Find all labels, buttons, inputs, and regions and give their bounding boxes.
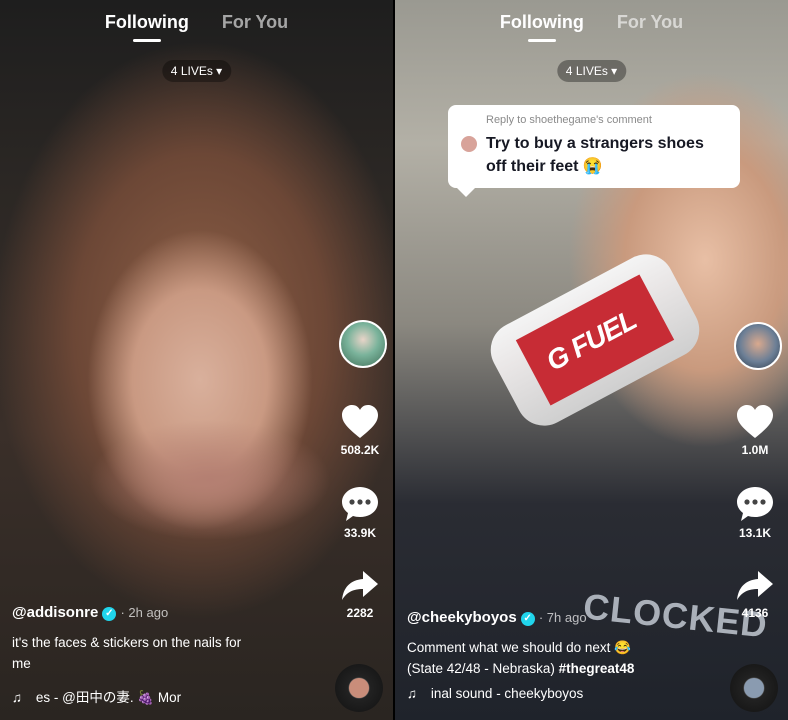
reply-header: Reply to shoethegame's comment — [486, 114, 652, 126]
verified-badge-icon: ✓ — [102, 607, 117, 621]
energy-drink-can: G FUEL — [480, 244, 710, 436]
video-caption[interactable]: it's the faces & stickers on the nails f… — [12, 632, 241, 674]
caption-line: me — [12, 656, 31, 671]
tab-for-you[interactable]: For You — [222, 12, 288, 33]
like-count: 508.2K — [340, 443, 380, 457]
music-ticker[interactable]: ♫ es - @田中の妻. 🍇 Mor — [12, 686, 181, 706]
share-count: 4136 — [741, 606, 769, 620]
commenter-avatar — [461, 136, 477, 152]
comment-button[interactable]: 33.9K — [335, 486, 385, 540]
username-text[interactable]: @addisonre — [12, 604, 98, 621]
reply-text-line: off their feet 😭 — [486, 158, 603, 175]
comment-button[interactable]: 13.1K — [730, 486, 780, 540]
tab-following[interactable]: Following — [105, 12, 189, 42]
comment-count: 13.1K — [738, 526, 772, 540]
caption-line: (State 42/48 - Nebraska) #thegreat48 — [407, 658, 634, 679]
caption-line: it's the faces & stickers on the nails f… — [12, 635, 242, 650]
tab-following[interactable]: Following — [500, 12, 584, 42]
music-title: inal sound - cheekyboyos — [430, 686, 584, 701]
verified-badge-icon: ✓ — [520, 612, 535, 626]
comment-icon — [737, 487, 773, 521]
video-caption[interactable]: Comment what we should do next 😂 (State … — [407, 637, 634, 679]
music-disc-icon[interactable] — [730, 664, 778, 712]
creator-avatar[interactable] — [734, 322, 782, 370]
music-note-icon: ♫ — [12, 690, 23, 705]
top-tabs: Following For You — [395, 12, 788, 42]
reply-comment-bubble: Reply to shoethegame's comment Try to bu… — [448, 105, 740, 197]
share-button[interactable]: 4136 — [730, 570, 780, 620]
share-arrow-icon — [737, 571, 773, 600]
caption-text: (State 42/48 - Nebraska) — [407, 661, 559, 676]
comment-icon — [342, 487, 378, 521]
username-text[interactable]: @cheekyboyos — [407, 609, 517, 626]
share-count: 2282 — [346, 606, 374, 620]
like-button[interactable]: 1.0M — [730, 405, 780, 457]
lives-pill[interactable]: 4 LIVEs ▾ — [161, 60, 232, 82]
post-time: · 2h ago — [120, 605, 169, 620]
heart-icon — [737, 405, 773, 438]
heart-icon — [342, 405, 378, 438]
music-note-icon: ♫ — [407, 686, 418, 701]
post-time: · 7h ago — [538, 610, 587, 625]
creator-username[interactable]: @addisonre ✓ · 2h ago — [12, 604, 168, 621]
comment-count: 33.9K — [343, 526, 377, 540]
like-count: 1.0M — [741, 443, 769, 457]
lives-pill[interactable]: 4 LIVEs ▾ — [556, 60, 627, 82]
reply-text: Try to buy a strangers shoes off their f… — [486, 132, 728, 178]
reply-text-line: Try to buy a strangers shoes — [486, 135, 704, 152]
hashtag-link[interactable]: #thegreat48 — [559, 661, 635, 676]
video-panel-right[interactable]: Following For You 4 LIVEs ▾ Reply to sho… — [395, 0, 788, 720]
top-tabs: Following For You — [0, 12, 393, 42]
tab-for-you[interactable]: For You — [617, 12, 683, 33]
share-arrow-icon — [342, 571, 378, 600]
share-button[interactable]: 2282 — [335, 570, 385, 620]
creator-avatar[interactable] — [339, 320, 387, 368]
music-title: es - @田中の妻. 🍇 Mor — [35, 690, 182, 705]
music-disc-icon[interactable] — [335, 664, 383, 712]
caption-line: Comment what we should do next 😂 — [407, 640, 631, 655]
video-panel-left[interactable]: Following For You 4 LIVEs ▾ 508.2K 33.9K… — [0, 0, 393, 720]
like-button[interactable]: 508.2K — [335, 405, 385, 457]
creator-username[interactable]: @cheekyboyos ✓ · 7h ago — [407, 609, 587, 626]
music-ticker[interactable]: ♫ inal sound - cheekyboyos — [407, 686, 583, 701]
